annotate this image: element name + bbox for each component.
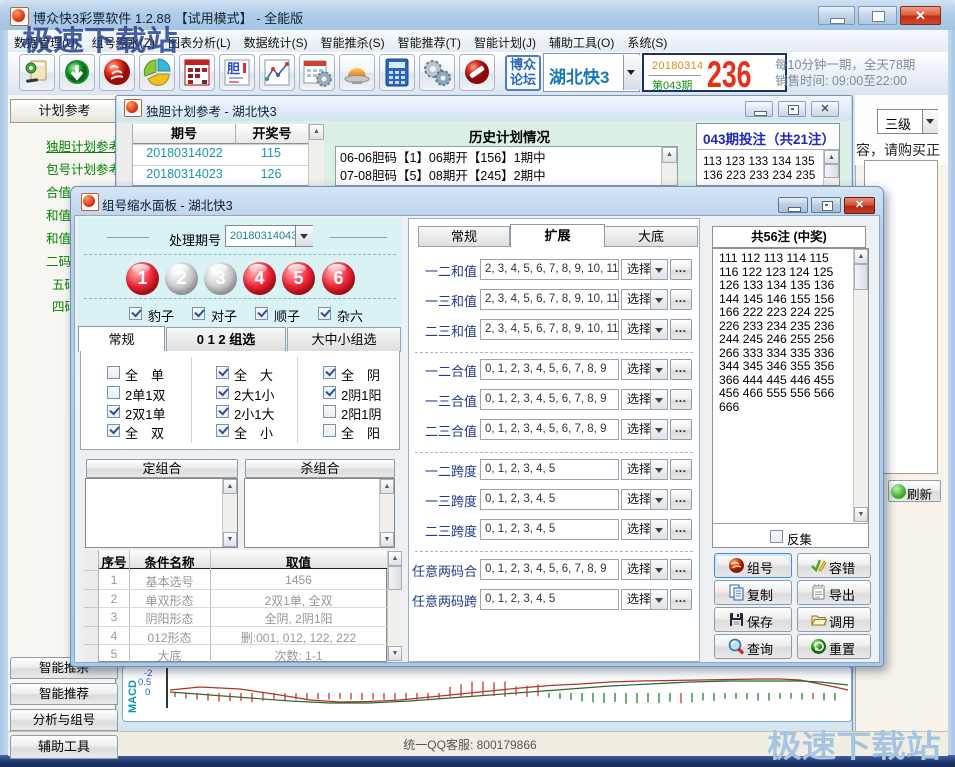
svg-text:胆: 胆 — [227, 61, 240, 76]
